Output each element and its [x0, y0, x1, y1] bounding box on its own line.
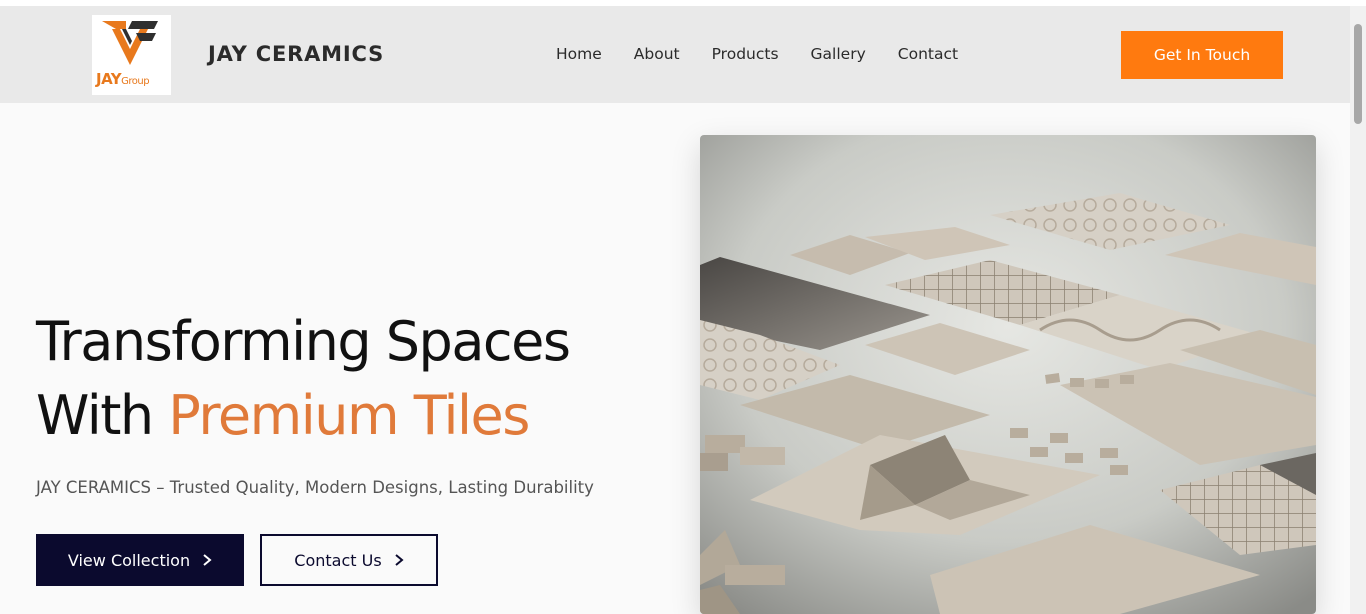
logo[interactable]: JAYGroup: [92, 15, 171, 95]
hero-image: [700, 135, 1316, 614]
view-collection-button[interactable]: View Collection: [36, 534, 244, 586]
headline-line2: With Premium Tiles: [36, 384, 530, 447]
hero-headline: Transforming Spaces With Premium Tiles: [36, 305, 571, 453]
nav-home[interactable]: Home: [556, 45, 602, 63]
tiles-photo: [700, 135, 1316, 614]
brand-name[interactable]: JAY CERAMICS: [208, 42, 384, 66]
nav-about[interactable]: About: [634, 45, 680, 63]
scrollbar-thumb[interactable]: [1354, 24, 1362, 124]
headline-line1: Transforming Spaces: [36, 310, 571, 373]
site-header: JAYGroup JAY CERAMICS Home About Product…: [0, 6, 1350, 103]
view-collection-label: View Collection: [67, 550, 191, 570]
get-in-touch-button[interactable]: Get In Touch: [1121, 31, 1283, 79]
main-nav: Home About Products Gallery Contact: [556, 45, 990, 63]
nav-contact[interactable]: Contact: [898, 45, 958, 63]
headline-accent: Premium Tiles: [168, 384, 530, 447]
page-scrollbar[interactable]: [1350, 6, 1366, 614]
contact-us-button[interactable]: Contact Us: [260, 534, 438, 586]
contact-us-label: Contact Us: [294, 550, 382, 570]
nav-products[interactable]: Products: [712, 45, 779, 63]
logo-text: JAYGroup: [96, 70, 150, 88]
chevron-right-icon: [395, 554, 404, 566]
nav-gallery[interactable]: Gallery: [811, 45, 866, 63]
hero-subtitle: JAY CERAMICS – Trusted Quality, Modern D…: [36, 478, 594, 497]
chevron-right-icon: [203, 554, 212, 566]
